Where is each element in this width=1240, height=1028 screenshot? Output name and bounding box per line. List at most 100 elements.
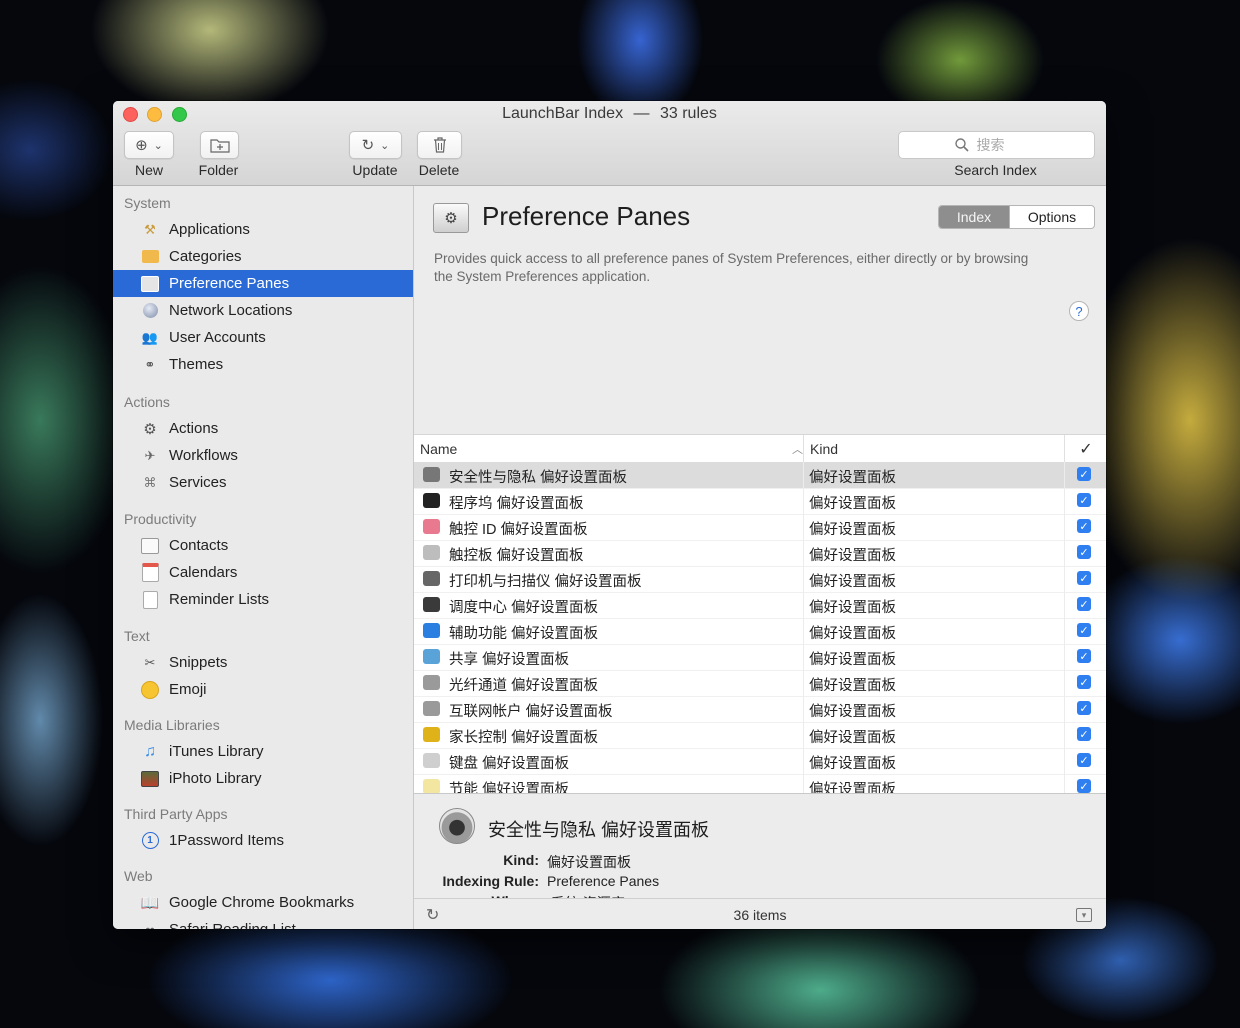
new-folder-icon — [209, 138, 230, 153]
row-enabled-checkbox[interactable]: ✓ — [1077, 571, 1091, 585]
sidebar-item-1password-items[interactable]: 1 1Password Items — [113, 827, 413, 854]
printer-icon — [423, 571, 440, 586]
column-separator — [1064, 514, 1065, 540]
row-name: 互联网帐户 偏好设置面板 — [449, 704, 613, 720]
keyboard-icon — [423, 753, 440, 768]
sidebar-item-safari-reading-list[interactable]: ∞ Safari Reading List — [113, 916, 413, 929]
command-icon: ⌘ — [143, 474, 157, 490]
row-kind: 偏好设置面板 — [809, 626, 896, 642]
table-row[interactable]: 节能 偏好设置面板 偏好设置面板 ✓ — [414, 774, 1106, 793]
row-kind: 偏好设置面板 — [809, 704, 896, 720]
scissors-icon: ✂ — [144, 654, 156, 670]
search-field[interactable] — [898, 131, 1095, 159]
row-kind: 偏好设置面板 — [809, 782, 896, 793]
new-button[interactable]: ⊕ ⌄ — [124, 131, 174, 159]
search-input[interactable] — [974, 136, 1039, 154]
applications-icon: ⚒ — [144, 221, 156, 237]
row-enabled-checkbox[interactable]: ✓ — [1077, 545, 1091, 559]
row-enabled-checkbox[interactable]: ✓ — [1077, 519, 1091, 533]
table-row[interactable]: 触控 ID 偏好设置面板 偏好设置面板 ✓ — [414, 514, 1106, 541]
table-row[interactable]: 家长控制 偏好设置面板 偏好设置面板 ✓ — [414, 722, 1106, 749]
trackpad-icon — [423, 545, 440, 560]
security-privacy-icon — [439, 808, 475, 844]
column-separator — [803, 644, 804, 670]
row-enabled-checkbox[interactable]: ✓ — [1077, 727, 1091, 741]
column-header-kind[interactable]: Kind — [803, 435, 1070, 463]
column-separator — [1064, 566, 1065, 592]
sidebar-item-reminder-lists[interactable]: Reminder Lists — [113, 586, 413, 613]
table-row[interactable]: 调度中心 偏好设置面板 偏好设置面板 ✓ — [414, 592, 1106, 619]
row-name: 程序坞 偏好设置面板 — [449, 496, 584, 512]
column-separator — [1064, 644, 1065, 670]
fingerprint-icon — [423, 519, 440, 534]
table-row[interactable]: 触控板 偏好设置面板 偏好设置面板 ✓ — [414, 540, 1106, 567]
gear-icon: ⚙ — [143, 420, 157, 438]
plus-circle-icon: ⊕ — [135, 137, 148, 154]
sidebar-item-emoji[interactable]: Emoji — [113, 676, 413, 703]
column-separator — [1064, 592, 1065, 618]
column-separator — [803, 748, 804, 774]
sidebar-item-iphoto-library[interactable]: iPhoto Library — [113, 765, 413, 792]
table-row[interactable]: 共享 偏好设置面板 偏好设置面板 ✓ — [414, 644, 1106, 671]
row-kind: 偏好设置面板 — [809, 678, 896, 694]
sidebar-item-categories[interactable]: Categories — [113, 243, 413, 270]
preference-pane-icon — [141, 275, 159, 293]
item-details: 安全性与隐私 偏好设置面板 Kind: 偏好设置面板 Indexing Rule… — [414, 793, 1106, 911]
update-button[interactable]: ↻ ⌄ — [349, 131, 402, 159]
column-header-name[interactable]: Name ︿ — [420, 435, 803, 463]
row-name: 安全性与隐私 偏好设置面板 — [449, 470, 628, 486]
help-button[interactable]: ? — [1069, 301, 1089, 321]
toggle-details-icon[interactable]: ▾ — [1076, 908, 1092, 922]
sidebar-item-snippets[interactable]: ✂ Snippets — [113, 649, 413, 676]
row-enabled-checkbox[interactable]: ✓ — [1077, 753, 1091, 767]
row-name: 光纤通道 偏好设置面板 — [449, 678, 599, 694]
sharing-icon — [423, 649, 440, 664]
sidebar-item-applications[interactable]: ⚒ Applications — [113, 216, 413, 243]
search-label: Search Index — [954, 162, 1037, 178]
row-kind: 偏好设置面板 — [809, 730, 896, 746]
column-header-enabled[interactable]: ✓ — [1064, 435, 1106, 463]
folder-button[interactable] — [200, 131, 239, 159]
delete-button[interactable] — [417, 131, 462, 159]
row-kind: 偏好设置面板 — [809, 496, 896, 512]
table-row[interactable]: 打印机与扫描仪 偏好设置面板 偏好设置面板 ✓ — [414, 566, 1106, 593]
sidebar-item-preference-panes[interactable]: Preference Panes — [113, 270, 413, 297]
sidebar-item-themes[interactable]: ⚭ Themes — [113, 351, 413, 378]
row-kind: 偏好设置面板 — [809, 470, 896, 486]
camera-icon — [423, 467, 440, 482]
row-enabled-checkbox[interactable]: ✓ — [1077, 675, 1091, 689]
column-separator — [803, 774, 804, 793]
sidebar-item-calendars[interactable]: Calendars — [113, 559, 413, 586]
tab-index[interactable]: Index — [939, 206, 1009, 228]
delete-label: Delete — [418, 162, 460, 178]
sidebar-item-itunes-library[interactable]: ♫ iTunes Library — [113, 738, 413, 765]
table-row[interactable]: 辅助功能 偏好设置面板 偏好设置面板 ✓ — [414, 618, 1106, 645]
row-enabled-checkbox[interactable]: ✓ — [1077, 493, 1091, 507]
table-row[interactable]: 安全性与隐私 偏好设置面板 偏好设置面板 ✓ — [414, 462, 1106, 489]
sidebar-item-user-accounts[interactable]: 👥 User Accounts — [113, 324, 413, 351]
lightbulb-icon — [423, 779, 440, 793]
table-row[interactable]: 光纤通道 偏好设置面板 偏好设置面板 ✓ — [414, 670, 1106, 697]
sidebar-item-workflows[interactable]: ✈ Workflows — [113, 442, 413, 469]
table-row[interactable]: 互联网帐户 偏好设置面板 偏好设置面板 ✓ — [414, 696, 1106, 723]
row-enabled-checkbox[interactable]: ✓ — [1077, 597, 1091, 611]
chevron-down-icon: ⌄ — [380, 139, 390, 152]
row-enabled-checkbox[interactable]: ✓ — [1077, 701, 1091, 715]
item-count: 36 items — [733, 907, 787, 923]
index-options-segmented-control: Index Options — [938, 205, 1095, 229]
row-enabled-checkbox[interactable]: ✓ — [1077, 649, 1091, 663]
sidebar-item-actions[interactable]: ⚙ Actions — [113, 415, 413, 442]
sidebar-item-contacts[interactable]: Contacts — [113, 532, 413, 559]
sidebar-item-network-locations[interactable]: Network Locations — [113, 297, 413, 324]
row-enabled-checkbox[interactable]: ✓ — [1077, 779, 1091, 793]
tab-options[interactable]: Options — [1009, 206, 1094, 228]
row-enabled-checkbox[interactable]: ✓ — [1077, 623, 1091, 637]
row-name: 触控 ID 偏好设置面板 — [449, 522, 588, 538]
table-row[interactable]: 程序坞 偏好设置面板 偏好设置面板 ✓ — [414, 488, 1106, 515]
row-enabled-checkbox[interactable]: ✓ — [1077, 467, 1091, 481]
table-row[interactable]: 键盘 偏好设置面板 偏好设置面板 ✓ — [414, 748, 1106, 775]
sidebar-item-google-chrome-bookmarks[interactable]: 📖 Google Chrome Bookmarks — [113, 889, 413, 916]
accessibility-icon — [423, 623, 440, 638]
column-separator — [1064, 618, 1065, 644]
sidebar-item-services[interactable]: ⌘ Services — [113, 469, 413, 496]
